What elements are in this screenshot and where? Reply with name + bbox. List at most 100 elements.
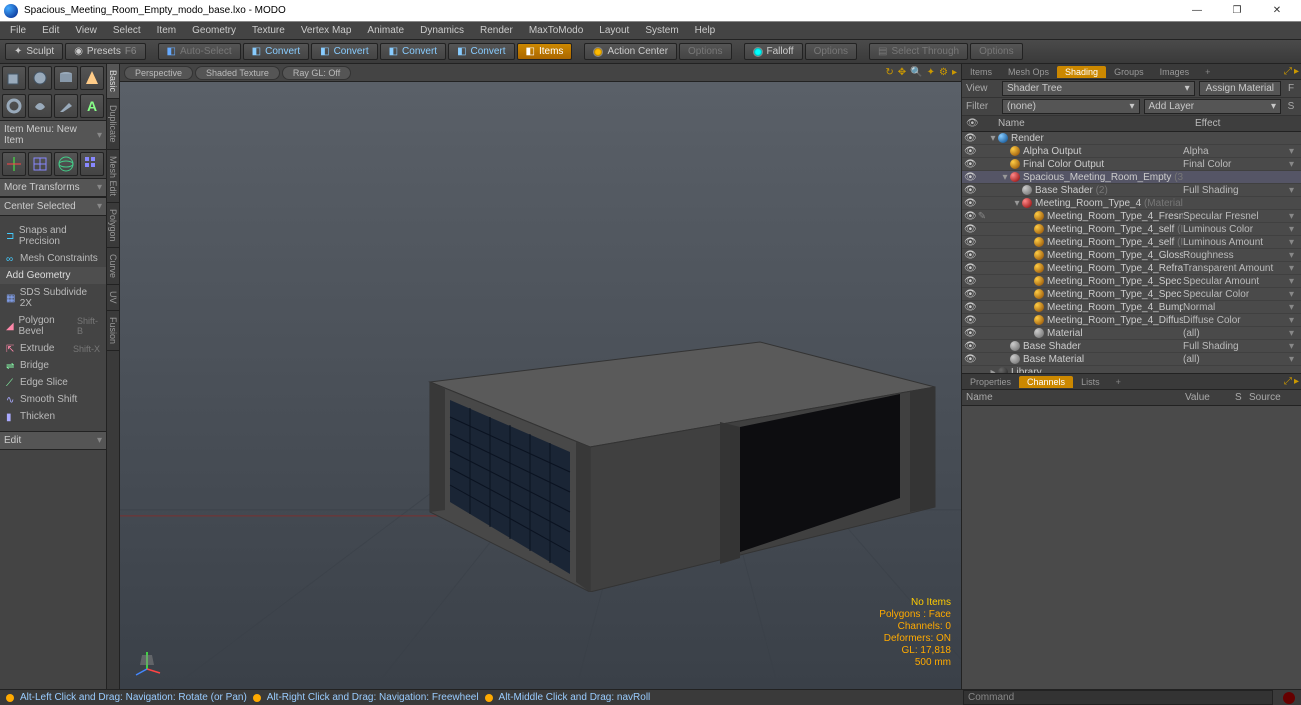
options-button-3[interactable]: Options [970, 43, 1022, 60]
edit-dropdown[interactable]: Edit▾ [0, 431, 106, 450]
sphere-tool-button[interactable] [28, 66, 52, 90]
menu-dynamics[interactable]: Dynamics [412, 23, 472, 38]
transform-tool-button[interactable] [80, 152, 104, 176]
tree-row[interactable]: ▸Library [962, 366, 1301, 373]
filter-dropdown[interactable]: (none)▾ [1002, 99, 1140, 114]
pen-tool-button[interactable] [54, 94, 78, 118]
chevron-down-icon[interactable]: ▾ [1289, 315, 1299, 326]
tab-properties[interactable]: Properties [962, 376, 1019, 388]
edge-slice-item[interactable]: ⟋Edge Slice [0, 374, 106, 391]
tree-row[interactable]: 👁▾Spacious_Meeting_Room_Empty (3) (Item) [962, 171, 1301, 184]
viewport-menu-icon[interactable]: ▸ [952, 67, 957, 78]
maximize-button[interactable]: ❐ [1217, 0, 1257, 21]
snaps-precision-item[interactable]: ⊐Snaps and Precision [0, 222, 106, 250]
menu-render[interactable]: Render [472, 23, 521, 38]
visibility-icon[interactable]: 👁 [964, 354, 976, 365]
visibility-icon[interactable]: 👁 [964, 276, 976, 287]
move-tool-button[interactable] [2, 152, 26, 176]
chevron-down-icon[interactable]: ▾ [1289, 146, 1299, 157]
tree-row[interactable]: 👁Base Shader (2)Full Shading▾ [962, 184, 1301, 197]
extrude-item[interactable]: ⇱ExtrudeShift-X [0, 340, 106, 357]
chevron-down-icon[interactable]: ▾ [1289, 224, 1299, 235]
tab-add-lower[interactable]: + [1108, 376, 1129, 388]
visibility-icon[interactable]: 👁 [964, 289, 976, 300]
menu-item[interactable]: Item [149, 23, 184, 38]
viewport-perspective-pill[interactable]: Perspective [124, 66, 193, 80]
torus-tool-button[interactable] [2, 94, 26, 118]
menu-layout[interactable]: Layout [591, 23, 637, 38]
visibility-icon[interactable]: 👁 [964, 172, 976, 183]
name-column[interactable]: Name [984, 116, 1191, 131]
menu-geometry[interactable]: Geometry [184, 23, 244, 38]
visibility-icon[interactable]: 👁 [964, 198, 976, 209]
presets-button[interactable]: ◉PresetsF6 [65, 43, 145, 60]
tree-row[interactable]: 👁Meeting_Room_Type_4_self (Image) (2)Lum… [962, 223, 1301, 236]
chevron-down-icon[interactable]: ▾ [1289, 328, 1299, 339]
cylinder-tool-button[interactable] [54, 66, 78, 90]
visibility-icon[interactable]: 👁 [964, 133, 976, 144]
chevron-down-icon[interactable]: ▾ [1289, 250, 1299, 261]
chevron-down-icon[interactable]: ▾ [1289, 302, 1299, 313]
action-center-button[interactable]: Action Center [584, 43, 677, 60]
visibility-icon[interactable]: 👁 [964, 146, 976, 157]
convert-edges-button[interactable]: ◧Convert [311, 43, 377, 60]
vtab-basic[interactable]: Basic [107, 64, 119, 99]
chevron-down-icon[interactable]: ▾ [1289, 263, 1299, 274]
tree-row[interactable]: 👁✎Meeting_Room_Type_4_Fresnel (Image)Spe… [962, 210, 1301, 223]
viewport-raygl-pill[interactable]: Ray GL: Off [282, 66, 351, 80]
assign-material-button[interactable]: Assign Material [1199, 81, 1281, 96]
options-button-1[interactable]: Options [679, 43, 731, 60]
tree-row[interactable]: 👁Meeting_Room_Type_4_Spec (Image)Specula… [962, 288, 1301, 301]
chevron-down-icon[interactable]: ▾ [1289, 341, 1299, 352]
teapot-tool-button[interactable] [28, 94, 52, 118]
tree-row[interactable]: 👁Alpha OutputAlpha▾ [962, 145, 1301, 158]
polygon-bevel-item[interactable]: ◢Polygon BevelShift-B [0, 312, 106, 340]
viewport-gear-icon[interactable]: ⚙ [939, 67, 948, 78]
tree-row[interactable]: 👁▾Meeting_Room_Type_4 (Material) [962, 197, 1301, 210]
falloff-button[interactable]: Falloff [744, 43, 803, 60]
viewport-wand-icon[interactable]: ✦ [927, 67, 935, 78]
item-menu-dropdown[interactable]: Item Menu: New Item▾ [0, 120, 106, 150]
viewport-nav-icon[interactable]: ↻ [885, 67, 893, 78]
disclosure-icon[interactable]: ▾ [988, 133, 998, 144]
vtab-uv[interactable]: UV [107, 285, 119, 311]
tree-row[interactable]: 👁Meeting_Room_Type_4_Diffuse (Image)Diff… [962, 314, 1301, 327]
tab-mesh-ops[interactable]: Mesh Ops [1000, 66, 1057, 78]
more-transforms-dropdown[interactable]: More Transforms▾ [0, 178, 106, 197]
tab-shading[interactable]: Shading [1057, 66, 1106, 78]
chevron-down-icon[interactable]: ▾ [1289, 276, 1299, 287]
chevron-down-icon[interactable]: ▾ [1289, 185, 1299, 196]
items-button[interactable]: ◧Items [517, 43, 573, 60]
disclosure-icon[interactable]: ▾ [1012, 198, 1022, 209]
menu-select[interactable]: Select [105, 23, 149, 38]
minimize-button[interactable]: — [1177, 0, 1217, 21]
eye-column-icon[interactable]: 👁 [962, 116, 984, 131]
tree-row[interactable]: 👁Final Color OutputFinal Color▾ [962, 158, 1301, 171]
thicken-item[interactable]: ▮Thicken [0, 408, 106, 425]
close-button[interactable]: ✕ [1257, 0, 1297, 21]
add-geometry-header[interactable]: Add Geometry [0, 267, 106, 284]
chevron-down-icon[interactable]: ▾ [1289, 211, 1299, 222]
command-input[interactable]: Command [963, 690, 1273, 705]
chevron-down-icon[interactable]: ▾ [1289, 237, 1299, 248]
visibility-icon[interactable]: 👁 [964, 263, 976, 274]
menu-animate[interactable]: Animate [359, 23, 412, 38]
panel-menu-icon[interactable]: ▸ [1294, 66, 1299, 77]
chevron-down-icon[interactable]: ▾ [1289, 159, 1299, 170]
convert-polygons-button[interactable]: ◧Convert [380, 43, 446, 60]
viewport-zoom-icon[interactable]: 🔍 [910, 67, 922, 78]
add-layer-dropdown[interactable]: Add Layer▾ [1144, 99, 1282, 114]
menu-view[interactable]: View [67, 23, 105, 38]
record-icon[interactable] [1283, 692, 1295, 704]
tree-row[interactable]: 👁Meeting_Room_Type_4_Bump (Image)Normal▾ [962, 301, 1301, 314]
text-tool-button[interactable]: A [80, 94, 104, 118]
visibility-icon[interactable]: 👁 [964, 185, 976, 196]
panel-expand-icon[interactable]: ⤢ [1284, 376, 1292, 387]
viewport-pan-icon[interactable]: ✥ [898, 67, 906, 78]
visibility-icon[interactable]: 👁 [964, 237, 976, 248]
mesh-constraints-item[interactable]: ∞Mesh Constraints [0, 250, 106, 267]
tree-row[interactable]: 👁Meeting_Room_Type_4_Refract (Image)Tran… [962, 262, 1301, 275]
chevron-down-icon[interactable]: ▾ [1289, 289, 1299, 300]
visibility-icon[interactable]: 👁 [964, 159, 976, 170]
viewport-canvas[interactable]: No Items Polygons : Face Channels: 0 Def… [120, 82, 961, 689]
